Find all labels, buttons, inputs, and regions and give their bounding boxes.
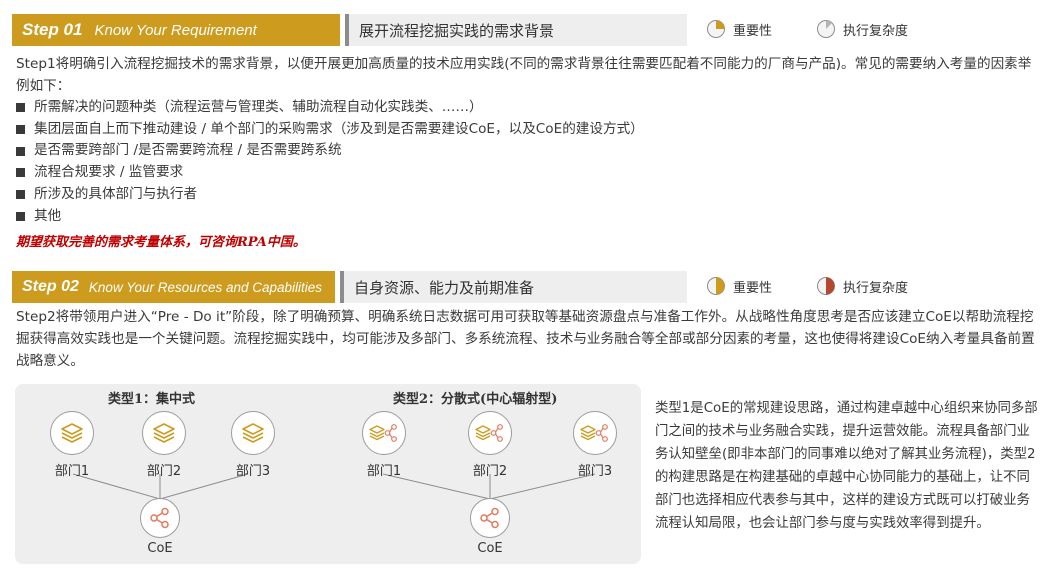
step1-chinese-title: 展开流程挖掘实践的需求背景: [345, 14, 687, 46]
step1-chinese-title-text: 展开流程挖掘实践的需求背景: [359, 21, 555, 40]
step1-importance-pie-icon: [707, 20, 725, 38]
square-bullet-icon: [16, 125, 25, 135]
consult-note: 期望获取完善的需求考量体系，可咨询RPA中国。: [16, 235, 306, 250]
step1-importance-meter: 重要性: [706, 19, 772, 39]
layers-share-icon: [475, 424, 503, 442]
step2-number: Step 02: [22, 278, 79, 295]
layers-share-icon: [580, 424, 608, 442]
layers-share-icon: [369, 424, 397, 442]
type1-title: 类型1：集中式: [108, 392, 196, 407]
square-bullet-icon: [16, 211, 25, 221]
bullet-text: 所需解决的问题种类（流程运营与管理类、辅助流程自动化实践类、……）: [34, 99, 483, 115]
bullet-text: 其他: [34, 207, 62, 224]
type2-dept2-label: 部门2: [472, 464, 508, 479]
type2-coe-node: [470, 498, 510, 538]
step2-complexity-label: 执行复杂度: [843, 280, 909, 296]
step2-chinese-title: 自身资源、能力及前期准备: [340, 271, 687, 303]
step2-importance-label: 重要性: [733, 280, 773, 296]
step1-complexity-label: 执行复杂度: [843, 23, 909, 39]
step2-complexity-pie-icon: [817, 277, 835, 295]
layers-icon: [61, 423, 83, 443]
step1-importance-label: 重要性: [733, 23, 773, 39]
type1-dept3-label: 部门3: [235, 464, 271, 479]
step1-header: Step 01 Know Your Requirement 展开流程挖掘实践的需…: [12, 14, 687, 46]
square-bullet-icon: [16, 190, 25, 200]
bullet-item: 流程合规要求 / 监管要求: [16, 162, 644, 184]
bullet-item: 集团层面自上而下推动建设 / 单个部门的采购需求（涉及到是否需要建设CoE，以及…: [16, 119, 644, 141]
step2-importance-pie-icon: [707, 277, 725, 295]
connector-lines: [72, 473, 596, 500]
type1-coe-node: [140, 498, 180, 538]
type1-dept2-label: 部门2: [146, 464, 182, 479]
bullet-item: 所涉及的具体部门与执行者: [16, 184, 644, 206]
bullet-item: 是否需要跨部门 /是否需要跨流程 / 是否需要跨系统: [16, 140, 644, 162]
type1-coe-label: CoE: [147, 541, 173, 556]
step1-english-title: Know Your Requirement: [94, 21, 257, 39]
step1-complexity-pie-icon: [817, 20, 835, 38]
type1-dept1-label: 部门1: [54, 464, 90, 479]
step2-complexity-meter: 执行复杂度: [816, 276, 908, 296]
step1-number: Step 01: [22, 20, 83, 39]
step2-header: Step 02 Know Your Resources and Capabili…: [12, 271, 687, 303]
bullet-text: 流程合规要求 / 监管要求: [34, 164, 184, 181]
share-nodes-icon: [150, 507, 169, 529]
bullet-text: 是否需要跨部门 /是否需要跨流程 / 是否需要跨系统: [34, 142, 342, 159]
layers-icon: [242, 423, 264, 443]
type2-title: 类型2：分散式(中心辐射型): [393, 392, 558, 407]
step2-tag: Step 02 Know Your Resources and Capabili…: [12, 271, 335, 303]
pie-slice: [716, 20, 725, 29]
square-bullet-icon: [16, 146, 25, 156]
type1-dept2-node: [142, 411, 186, 455]
square-bullet-icon: [16, 168, 25, 178]
type1-dept3-node: [231, 411, 275, 455]
step2-english-title: Know Your Resources and Capabilities: [88, 279, 323, 295]
step2-paragraph: Step2将带领用户进入“Pre - Do it”阶段，除了明确预算、明确系统日…: [16, 309, 1035, 369]
pie-slice: [826, 277, 835, 295]
bullet-text: 所涉及的具体部门与执行者: [34, 185, 198, 202]
step1-bullet-list: 所需解决的问题种类（流程运营与管理类、辅助流程自动化实践类、……） 集团层面自上…: [16, 97, 644, 227]
type2-dept1-node: [362, 411, 406, 455]
share-nodes-icon: [480, 507, 499, 529]
bullet-text: 集团层面自上而下推动建设 / 单个部门的采购需求（涉及到是否需要建设CoE，以及…: [34, 120, 644, 137]
type2-dept3-label: 部门3: [577, 464, 613, 479]
coe-explanation-text: 类型1是CoE的常规建设思路，通过构建卓越中心组织来协同多部门之间的技术与业务融…: [655, 401, 1038, 531]
square-bullet-icon: [16, 103, 25, 113]
type2-coe-label: CoE: [477, 541, 503, 556]
step1-complexity-meter: 执行复杂度: [816, 19, 908, 39]
pie-slice: [716, 277, 725, 295]
bullet-item: 其他: [16, 206, 644, 228]
step2-chinese-title-text: 自身资源、能力及前期准备: [354, 278, 535, 297]
type2-dept2-node: [468, 411, 512, 455]
layers-icon: [153, 423, 175, 443]
bullet-item: 所需解决的问题种类（流程运营与管理类、辅助流程自动化实践类、……）: [16, 97, 644, 119]
coe-structure-diagram: 类型1：集中式 类型2：分散式(中心辐射型) 部门1 部门2 部门3 CoE 部…: [15, 384, 641, 564]
step1-tag: Step 01 Know Your Requirement: [12, 14, 340, 46]
type2-dept1-label: 部门1: [366, 464, 402, 479]
type2-dept3-node: [573, 411, 617, 455]
step2-importance-meter: 重要性: [706, 276, 772, 296]
step1-paragraph: Step1将明确引入流程挖掘技术的需求背景，以便开展更加高质量的技术应用实践(不…: [16, 56, 1032, 94]
type1-dept1-node: [50, 411, 94, 455]
